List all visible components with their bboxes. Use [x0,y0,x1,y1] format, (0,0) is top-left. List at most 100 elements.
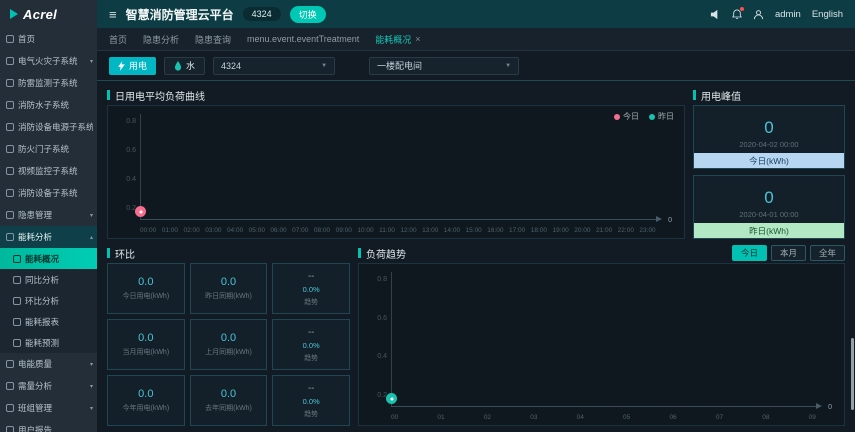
sidebar-item-equipment-power[interactable]: 消防设备电源子系统 [0,116,97,138]
sidebar-item-label: 首页 [18,34,36,44]
tab-label: 首页 [109,34,128,45]
tab-home[interactable]: 首页 [109,33,127,46]
sidebar-item-power-quality[interactable]: 电能质量 ▾ [0,353,97,375]
sidebar-item-video-monitor[interactable]: 视频监控子系统 [0,160,97,182]
sidebar-item-label: 环比分析 [25,295,60,306]
chevron-down-icon: ▾ [89,383,93,390]
sidebar-item-energy-overview[interactable]: 能耗概况 [0,248,97,269]
range-month-button[interactable]: 本月 [770,245,806,261]
sidebar-collapse-icon[interactable]: ≡ [109,7,117,22]
sidebar-item-label: 视频监控子系统 [18,166,78,176]
sidebar-item-fire-door[interactable]: 防火门子系统 [0,138,97,160]
x-axis-label: 02:00 [183,227,200,234]
y-axis-label: 0.6 [377,314,387,322]
range-today-button[interactable]: 今日 [731,245,767,261]
sidebar-item-lightning-monitor[interactable]: 防雷监测子系统 [0,72,97,94]
x-axis-label: 05 [623,414,631,421]
close-icon[interactable]: × [415,34,420,44]
switch-button[interactable]: 切换 [289,5,326,23]
header-right: admin English [710,6,843,20]
peak-value: 0 [764,188,774,207]
stat-value: 0.0 [138,332,154,344]
section-title: 环比 [107,245,350,261]
x-axis-label: 04:00 [226,227,244,234]
legend-dot-today [614,113,620,120]
content: 日用电平均负荷曲线 今日 昨日 0.8 0.6 0.4 0.2 0 00:00 … [97,81,855,432]
language-toggle[interactable]: English [812,9,843,20]
section-accent-bar [107,90,110,100]
water-toggle-button[interactable]: 水 [164,56,206,75]
range-year-button[interactable]: 全年 [809,245,845,261]
hazard-management-icon [6,211,14,219]
legend-today[interactable]: 今日 [614,111,639,122]
today-marker-pin[interactable] [135,206,146,217]
room-select-value: 一楼配电间 [377,61,423,71]
chevron-down-icon: ▾ [89,58,93,65]
sidebar: 首页 电气火灾子系统 ▾ 防雷监测子系统 消防水子系统 消防设备电源子系统 防火… [0,28,97,432]
y-axis-label: 0.4 [126,176,136,183]
sidebar-item-demand-analysis[interactable]: 需量分析 ▾ [0,375,97,397]
sidebar-item-home[interactable]: 首页 [0,28,97,50]
tab-energy-overview[interactable]: 能耗概况 × [375,33,420,46]
header: Acrel ≡ 智慧消防管理云平台 4324 切换 admin English [0,0,855,28]
tab-hazard-analysis[interactable]: 隐患分析 [143,33,179,46]
sidebar-item-fire-equipment[interactable]: 消防设备子系统 [0,182,97,204]
username[interactable]: admin [775,9,801,20]
electric-toggle-label: 用电 [129,61,148,71]
load-trend-chart[interactable]: 0.8 0.6 0.4 0.2 0 00 01 02 03 04 05 06 07 08 09 [358,263,845,426]
user-report-icon [6,426,14,432]
stat-value: 0.0 [220,276,237,288]
sidebar-item-fire-water[interactable]: 消防水子系统 [0,94,97,116]
station-badge: 4324 [242,7,281,21]
y-axis-line [391,272,392,407]
sidebar-item-electrical-fire[interactable]: 电气火灾子系统 ▾ [0,50,97,72]
page-scrollbar[interactable] [851,338,854,410]
sidebar-item-team-management[interactable]: 班组管理 ▾ [0,397,97,419]
room-select[interactable]: 一楼配电间 ▼ [369,56,520,75]
sidebar-item-energy-analysis[interactable]: 能耗分析 ▴ [0,226,97,248]
logo: Acrel [0,0,97,28]
peak-value: 0 [764,118,774,137]
announcement-icon[interactable] [710,9,721,20]
tab-hazard-query[interactable]: 隐患查询 [195,33,231,46]
chevron-down-icon: ▼ [505,62,512,69]
series-end-value: 0 [668,217,672,224]
sidebar-item-user-report[interactable]: 用户报告 [0,419,97,432]
sidebar-item-energy-report[interactable]: 能耗报表 [0,311,97,332]
section-title: 日用电平均负荷曲线 [107,87,685,103]
legend-label: 今日 [623,112,639,121]
sidebar-item-label: 能耗分析 [18,232,53,242]
station-select[interactable]: 4324 ▼ [213,56,336,75]
sidebar-item-label: 隐患管理 [18,210,53,220]
lightning-icon [118,60,125,71]
stat-label: 今日用电(kWh) [122,293,170,300]
x-axis-label: 15:00 [465,227,482,234]
sidebar-item-label: 防火门子系统 [18,144,70,154]
x-axis-label: 05:00 [248,227,265,234]
sidebar-item-label: 电气火灾子系统 [18,56,78,66]
x-axis-label: 17:00 [509,227,526,234]
notification-bell-icon[interactable] [732,6,744,20]
sidebar-item-yoy-analysis[interactable]: 同比分析 [0,269,97,290]
tab-event-treatment[interactable]: menu.event.eventTreatment [247,34,359,44]
trend-percent: 0.0% [302,284,320,294]
bottom-row: 环比 0.0 今日用电(kWh) 0.0 昨日同期(kWh) -- 0.0% 趋… [107,245,845,426]
trend-marker-pin[interactable] [386,393,397,404]
user-icon[interactable] [753,9,764,20]
load-trend-section: 负荷趋势 今日 本月 全年 0.8 0.6 0.4 0.2 0 00 01 02… [358,245,845,426]
daily-load-chart[interactable]: 今日 昨日 0.8 0.6 0.4 0.2 0 00:00 01:00 02:0… [107,105,685,239]
chart-legend[interactable]: 今日 昨日 [614,111,674,122]
app-title: 智慧消防管理云平台 [125,7,234,22]
sidebar-item-energy-forecast[interactable]: 能耗预测 [0,332,97,353]
sidebar-item-hazard-management[interactable]: 隐患管理 ▾ [0,204,97,226]
sidebar-submenu-energy: 能耗概况 同比分析 环比分析 能耗报表 能耗预测 [0,248,97,353]
sidebar-item-label: 消防设备子系统 [18,188,78,198]
peak-band-yesterday: 昨日(kWh) [694,223,844,238]
legend-dot-yesterday [649,113,655,120]
sidebar-item-label: 能耗预测 [25,337,60,348]
legend-yesterday[interactable]: 昨日 [649,111,674,122]
sidebar-item-mom-analysis[interactable]: 环比分析 [0,290,97,311]
fire-equipment-icon [6,189,14,197]
electric-toggle-button[interactable]: 用电 [109,56,157,75]
y-axis-line [140,114,141,220]
